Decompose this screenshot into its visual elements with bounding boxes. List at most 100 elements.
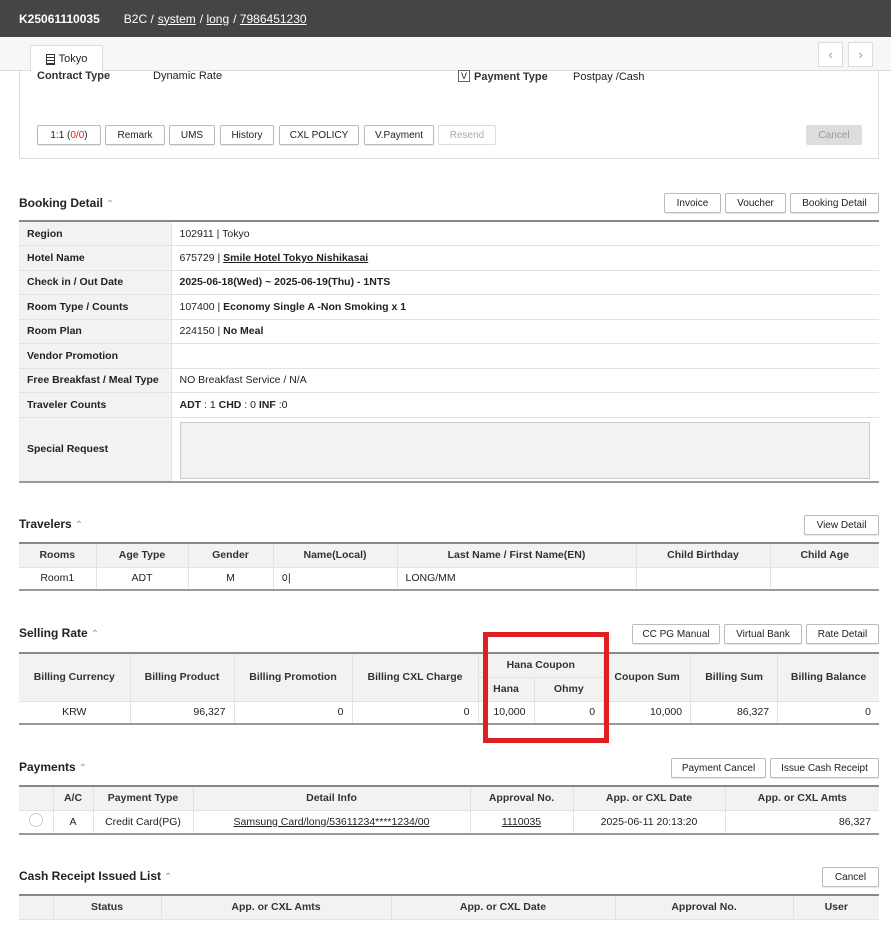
billing-sum: 86,327 (690, 701, 779, 725)
booking-id: K25061110035 (19, 11, 100, 26)
payment-cancel-button[interactable]: Payment Cancel (671, 758, 766, 778)
voucher-button[interactable]: Voucher (725, 193, 786, 213)
col-header: User (792, 895, 879, 920)
travelers-table: Rooms Age Type Gender Name(Local) Last Name … (19, 542, 879, 591)
cxl-policy-button[interactable]: CXL POLICY (279, 125, 359, 145)
top-header: K25061110035 B2C / system / long/ 7986451… (0, 0, 891, 37)
col-header: Child Age (769, 543, 879, 568)
code: 107400 | (179, 300, 224, 313)
highlight-box (483, 632, 609, 743)
approval-no-link[interactable]: 1110035 (502, 816, 541, 828)
breadcrumb-number[interactable]: 7986451230 (240, 12, 307, 26)
cash-receipt-cancel-button[interactable]: Cancel (822, 867, 879, 887)
ums-button[interactable]: UMS (169, 125, 215, 145)
payment-type: Credit Card(PG) (92, 810, 194, 835)
col-header: Gender (187, 543, 274, 568)
row-radio[interactable] (28, 813, 43, 828)
adt: : 1 (201, 398, 219, 411)
ac: A (52, 810, 94, 835)
row-value: 2025-06-18(Wed) ~ 2025-06-19(Thu) - 1NTS (170, 270, 879, 295)
col-billing-product: Billing Product (129, 653, 235, 702)
booking-detail-title[interactable]: Booking Detail ⌃ (19, 196, 114, 210)
view-detail-button[interactable]: View Detail (804, 515, 879, 535)
col-header: App. or CXL Amts (160, 895, 392, 920)
cell: ADT (95, 567, 189, 591)
col-header (19, 786, 54, 811)
col-header: Age Type (95, 543, 189, 568)
tab-tokyo[interactable]: Tokyo (30, 45, 103, 72)
tab-label: Tokyo (58, 53, 88, 65)
payments-title[interactable]: Payments ⌃ (19, 760, 87, 774)
cell: LONG/MM (396, 567, 637, 591)
cash-receipt-title[interactable]: Cash Receipt Issued List ⌃ (19, 869, 172, 883)
col-header: App. or CXL Date (572, 786, 726, 811)
history-button[interactable]: History (220, 125, 274, 145)
chevron-up-icon: ⌃ (78, 763, 88, 774)
col-header: App. or CXL Amts (724, 786, 879, 811)
cc-pg-manual-button[interactable]: CC PG Manual (632, 624, 720, 644)
code: 224150 | (179, 325, 224, 338)
virtual-bank-button[interactable]: Virtual Bank (724, 624, 802, 644)
table-row: Special Request (19, 417, 879, 483)
col-billing-cxl-charge: Billing CXL Charge (351, 653, 479, 702)
value: 2025-06-18(Wed) ~ 2025-06-19(Thu) - 1NTS (179, 276, 391, 289)
section-title: Selling Rate (19, 626, 88, 640)
oto-label: 1:1 ( (50, 129, 71, 141)
remark-button[interactable]: Remark (105, 125, 165, 145)
billing-currency: KRW (19, 701, 131, 725)
approval-cell: 1110035 (469, 810, 574, 835)
table-row: Free Breakfast / Meal Type NO Breakfast S… (19, 368, 879, 393)
rate-detail-button[interactable]: Rate Detail (806, 624, 879, 644)
one-to-one-button[interactable]: 1:1 (0/0) (37, 125, 101, 145)
coupon-sum: 10,000 (603, 701, 692, 725)
app-amount: 86,327 (724, 810, 879, 835)
table-row: Room Type / Counts 107400 | Economy Singl… (19, 294, 879, 320)
section-title: Travelers (19, 517, 72, 531)
chd: : 0 (241, 398, 259, 411)
cell: 이 (272, 567, 398, 591)
detail-cell: Samsung Card/long/53611234****1234/00 (192, 810, 471, 835)
sep: / (199, 11, 207, 26)
table-row: KRW 96,327 0 0 10,000 0 10,000 86,327 0 (19, 701, 879, 725)
table-row: Vendor Promotion (19, 343, 879, 369)
row-label: Room Plan (19, 319, 172, 344)
contract-type-label: Contract Type (37, 70, 111, 82)
row-label: Vendor Promotion (19, 343, 172, 369)
col-header: Approval No. (469, 786, 574, 811)
contract-type-value: Dynamic Rate (153, 70, 223, 82)
contract-panel: Contract Type Dynamic Rate V Payment Typ… (19, 70, 879, 159)
billing-promotion: 0 (233, 701, 353, 725)
travelers-title[interactable]: Travelers ⌃ (19, 517, 83, 531)
v-payment-button[interactable]: V.Payment (364, 125, 434, 145)
col-billing-currency: Billing Currency (19, 653, 131, 702)
chevron-up-icon: ⌃ (164, 872, 173, 883)
oto-close: ) (84, 129, 88, 141)
invoice-button[interactable]: Invoice (664, 193, 721, 213)
adt-label: ADT (179, 398, 202, 411)
select-cell (19, 810, 54, 835)
row-value: NO Breakfast Service / N/A (170, 368, 879, 393)
row-value: 102911 | Tokyo (170, 221, 879, 246)
breadcrumb-long[interactable]: long (206, 12, 229, 26)
prev-button[interactable]: ‹ (818, 42, 843, 67)
value: Economy Single A -Non Smoking x 1 (223, 300, 407, 313)
row-value: 675729 | Smile Hotel Tokyo Nishikasai (170, 245, 879, 271)
next-button[interactable]: › (848, 42, 873, 67)
app-date: 2025-06-11 20:13:20 (572, 810, 726, 835)
value: Tokyo (222, 227, 250, 240)
issue-cash-receipt-button[interactable]: Issue Cash Receipt (770, 758, 879, 778)
row-label: Hotel Name (19, 245, 172, 271)
detail-info-link[interactable]: Samsung Card/long/53611234****1234/00 (234, 816, 430, 828)
special-request-input[interactable] (179, 421, 870, 479)
cancel-button[interactable]: Cancel (806, 125, 862, 145)
booking-detail-button[interactable]: Booking Detail (790, 193, 879, 213)
table-row: Hotel Name 675729 | Smile Hotel Tokyo Nis… (19, 245, 879, 271)
booking-detail-table: Region 102911 | Tokyo Hotel Name 675729 | S… (19, 220, 879, 483)
oto-count: 0/0 (70, 129, 85, 141)
col-header: Last Name / First Name(EN) (396, 543, 637, 568)
payments-table: A/C Payment Type Detail Info Approval No. Ap… (19, 785, 879, 835)
resend-button[interactable]: Resend (438, 125, 496, 145)
selling-rate-title[interactable]: Selling Rate ⌃ (19, 626, 99, 640)
breadcrumb-system[interactable]: system (158, 12, 196, 26)
row-label: Free Breakfast / Meal Type (19, 368, 172, 393)
